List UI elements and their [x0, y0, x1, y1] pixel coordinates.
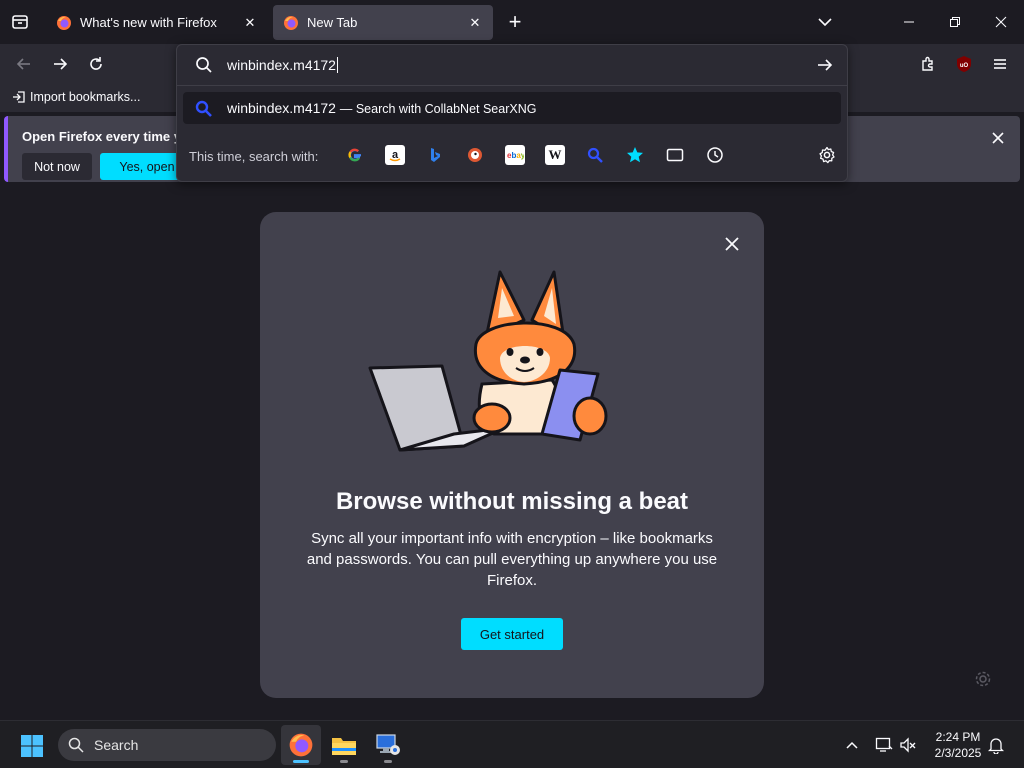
ublock-icon: uO	[957, 56, 971, 72]
ebay-icon[interactable]: ebay	[505, 145, 525, 165]
modal-description: Sync all your important info with encryp…	[306, 530, 718, 589]
one-off-search-label: This time, search with:	[189, 149, 319, 164]
taskbar-search-placeholder: Search	[94, 737, 139, 753]
extensions-button[interactable]	[914, 50, 942, 78]
network-status-button[interactable]	[874, 735, 894, 755]
go-arrow-icon[interactable]	[815, 55, 835, 75]
close-icon	[995, 16, 1007, 28]
firefox-icon	[289, 733, 313, 757]
amazon-icon[interactable]: a	[385, 145, 405, 165]
tab-title: New Tab	[307, 15, 358, 30]
clock-date: 2/3/2025	[934, 746, 982, 760]
close-notification-button[interactable]	[988, 128, 1008, 148]
new-tab-button[interactable]: +	[502, 9, 528, 35]
windows-taskbar: Search 2:24 PM 2/3/2025	[0, 720, 1024, 768]
suggestion-action: — Search with CollabNet SearXNG	[339, 102, 537, 116]
bell-icon	[988, 738, 1004, 754]
puzzle-icon	[922, 56, 933, 71]
reload-button[interactable]	[82, 50, 110, 78]
search-settings-gear-icon[interactable]	[817, 145, 837, 165]
taskbar-firefox-button[interactable]	[281, 725, 321, 765]
search-suggestion-row[interactable]: winbindex.m4172 — Search with CollabNet …	[183, 92, 841, 124]
close-icon	[992, 132, 1004, 144]
urlbar-panel: winbindex.m4172 winbindex.m4172 — Search…	[176, 44, 848, 182]
get-started-button[interactable]: Get started	[461, 618, 563, 650]
history-icon[interactable]	[705, 145, 725, 165]
back-arrow-icon	[16, 58, 30, 70]
notifications-button[interactable]	[986, 735, 1006, 755]
open-app-indicator	[384, 760, 392, 763]
minimize-icon	[904, 21, 914, 23]
network-icon	[875, 737, 893, 752]
volume-muted-button[interactable]	[898, 735, 918, 755]
searxng-search-icon	[195, 100, 212, 117]
minimize-button[interactable]	[886, 0, 932, 44]
back-button[interactable]	[10, 50, 38, 78]
fox-with-laptop-illustration	[368, 270, 608, 452]
svg-text:ebay: ebay	[507, 151, 524, 160]
app-menu-button[interactable]	[986, 50, 1014, 78]
wikipedia-icon[interactable]: W	[545, 145, 565, 165]
search-icon	[68, 737, 84, 753]
show-hidden-icons-button[interactable]	[842, 735, 862, 755]
modal-title: Browse without missing a beat	[335, 488, 689, 515]
forward-button[interactable]	[46, 50, 74, 78]
chevron-down-icon	[818, 18, 832, 27]
clock-time: 2:24 PM	[935, 730, 981, 744]
firefox-view-button[interactable]	[6, 8, 34, 36]
tab-whats-new[interactable]: What's new with Firefox ✕	[46, 5, 268, 40]
urlbar-input[interactable]: winbindex.m4172	[227, 57, 338, 73]
import-bookmarks-button[interactable]: Import bookmarks...	[12, 90, 140, 104]
windows-start-icon[interactable]	[20, 734, 44, 758]
bing-icon[interactable]	[425, 145, 445, 165]
firefox-icon	[284, 15, 298, 30]
tab-new-tab[interactable]: New Tab ✕	[273, 5, 493, 40]
search-icon	[196, 57, 212, 73]
suggestion-query: winbindex.m4172	[227, 100, 336, 116]
active-app-indicator	[293, 760, 309, 763]
chevron-up-icon	[846, 741, 858, 749]
folder-icon	[332, 738, 356, 755]
searxng-icon[interactable]	[585, 145, 605, 165]
list-all-tabs-button[interactable]	[812, 10, 838, 34]
tab-strip: What's new with Firefox ✕ New Tab ✕ +	[0, 0, 1024, 44]
gear-icon[interactable]	[974, 670, 992, 688]
tab-title: What's new with Firefox	[80, 15, 217, 30]
close-icon	[725, 237, 739, 251]
import-icon	[13, 91, 25, 103]
divider	[177, 85, 847, 86]
firefox-view-icon	[12, 15, 28, 29]
tabs-icon[interactable]	[665, 145, 685, 165]
open-app-indicator	[340, 760, 348, 763]
speaker-muted-icon	[900, 737, 916, 753]
remote-desktop-icon	[376, 734, 400, 755]
firefox-icon	[57, 15, 71, 30]
notification-message: Open Firefox every time you	[22, 129, 197, 144]
svg-text:uO: uO	[960, 63, 969, 69]
taskbar-clock[interactable]: 2:24 PM 2/3/2025	[922, 729, 994, 761]
taskbar-remote-desktop-button[interactable]	[368, 725, 408, 765]
close-tab-icon[interactable]: ✕	[467, 15, 483, 31]
hamburger-icon	[994, 59, 1006, 69]
bookmarks-star-icon[interactable]	[625, 145, 645, 165]
taskbar-file-explorer-button[interactable]	[324, 725, 364, 765]
restore-icon	[950, 17, 960, 27]
reload-icon	[90, 57, 102, 70]
duckduckgo-icon[interactable]	[465, 145, 485, 165]
not-now-button[interactable]: Not now	[22, 153, 92, 180]
taskbar-search-box[interactable]: Search	[58, 729, 276, 761]
urlbar-input-row[interactable]: winbindex.m4172	[177, 45, 847, 85]
ublock-origin-button[interactable]: uO	[950, 50, 978, 78]
close-modal-button[interactable]	[722, 234, 742, 254]
import-bookmarks-label: Import bookmarks...	[30, 90, 141, 104]
onboarding-modal: Browse without missing a beat Sync all y…	[260, 212, 764, 698]
google-icon[interactable]	[345, 145, 365, 165]
close-window-button[interactable]	[978, 0, 1024, 44]
restore-button[interactable]	[932, 0, 978, 44]
close-tab-icon[interactable]: ✕	[242, 15, 258, 31]
plus-icon: +	[508, 9, 522, 34]
forward-arrow-icon	[54, 58, 68, 70]
